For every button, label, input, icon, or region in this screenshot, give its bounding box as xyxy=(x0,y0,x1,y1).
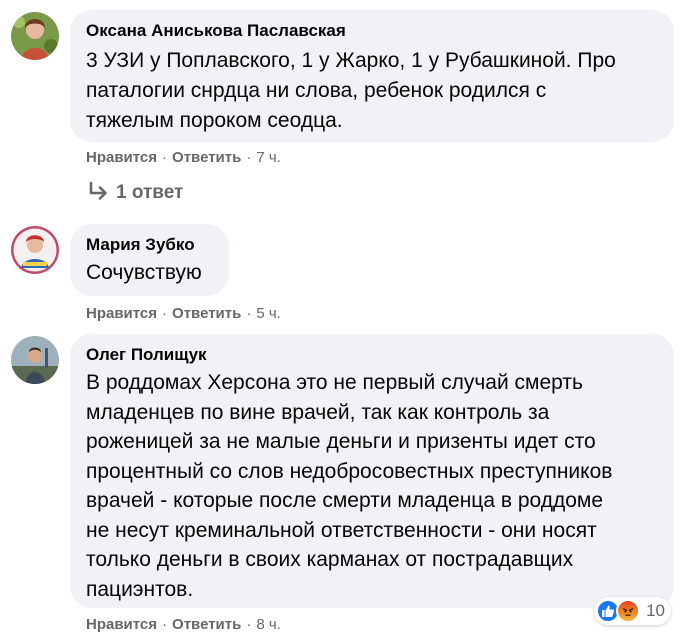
comment-actions: Нравится · Ответить · 8 ч. xyxy=(86,615,281,635)
comment-timestamp[interactable]: 5 ч. xyxy=(256,305,281,322)
comment-timestamp[interactable]: 7 ч. xyxy=(256,149,281,166)
comment-text: 3 УЗИ у Поплавского, 1 у Жарко, 1 у Руба… xyxy=(86,49,616,132)
reply-button[interactable]: Ответить xyxy=(172,616,241,633)
view-replies-link[interactable]: 1 ответ xyxy=(88,180,183,206)
reply-button[interactable]: Ответить xyxy=(172,149,241,166)
reply-arrow-icon xyxy=(88,181,110,201)
reactions-summary[interactable]: 10 xyxy=(594,597,671,625)
reply-button[interactable]: Ответить xyxy=(172,305,241,322)
replies-count-label: 1 ответ xyxy=(116,182,184,203)
comment-author[interactable]: Олег Полищук xyxy=(86,344,658,366)
comment-actions: Нравится · Ответить · 7 ч. xyxy=(86,148,281,168)
comment-bubble: Олег Полищук В роддомах Херсона это не п… xyxy=(70,334,674,608)
like-button[interactable]: Нравится xyxy=(86,305,157,322)
comment-timestamp[interactable]: 8 ч. xyxy=(256,616,281,633)
comment-author[interactable]: Оксана Аниськова Паславская xyxy=(86,20,658,42)
avatar-photo xyxy=(11,226,59,274)
avatar-photo xyxy=(11,12,59,60)
separator: · xyxy=(162,305,168,322)
comment-bubble: Мария Зубко Сочувствую xyxy=(70,224,229,296)
comment-actions: Нравится · Ответить · 5 ч. xyxy=(86,304,281,324)
separator: · xyxy=(246,616,252,633)
separator: · xyxy=(246,149,252,166)
angry-reaction-icon xyxy=(616,599,641,623)
separator: · xyxy=(246,305,252,322)
avatar[interactable] xyxy=(11,226,59,274)
like-button[interactable]: Нравится xyxy=(86,616,157,633)
comment-text: В роддомах Херсона это не первый случай … xyxy=(86,371,613,601)
avatar-photo xyxy=(11,336,59,384)
avatar[interactable] xyxy=(11,336,59,384)
separator: · xyxy=(162,149,168,166)
like-button[interactable]: Нравится xyxy=(86,149,157,166)
comment-bubble: Оксана Аниськова Паславская 3 УЗИ у Попл… xyxy=(70,10,674,142)
comment-author[interactable]: Мария Зубко xyxy=(86,234,213,256)
comment-text: Сочувствую xyxy=(86,261,202,284)
avatar[interactable] xyxy=(11,12,59,60)
reaction-count: 10 xyxy=(646,601,665,620)
separator: · xyxy=(162,616,168,633)
